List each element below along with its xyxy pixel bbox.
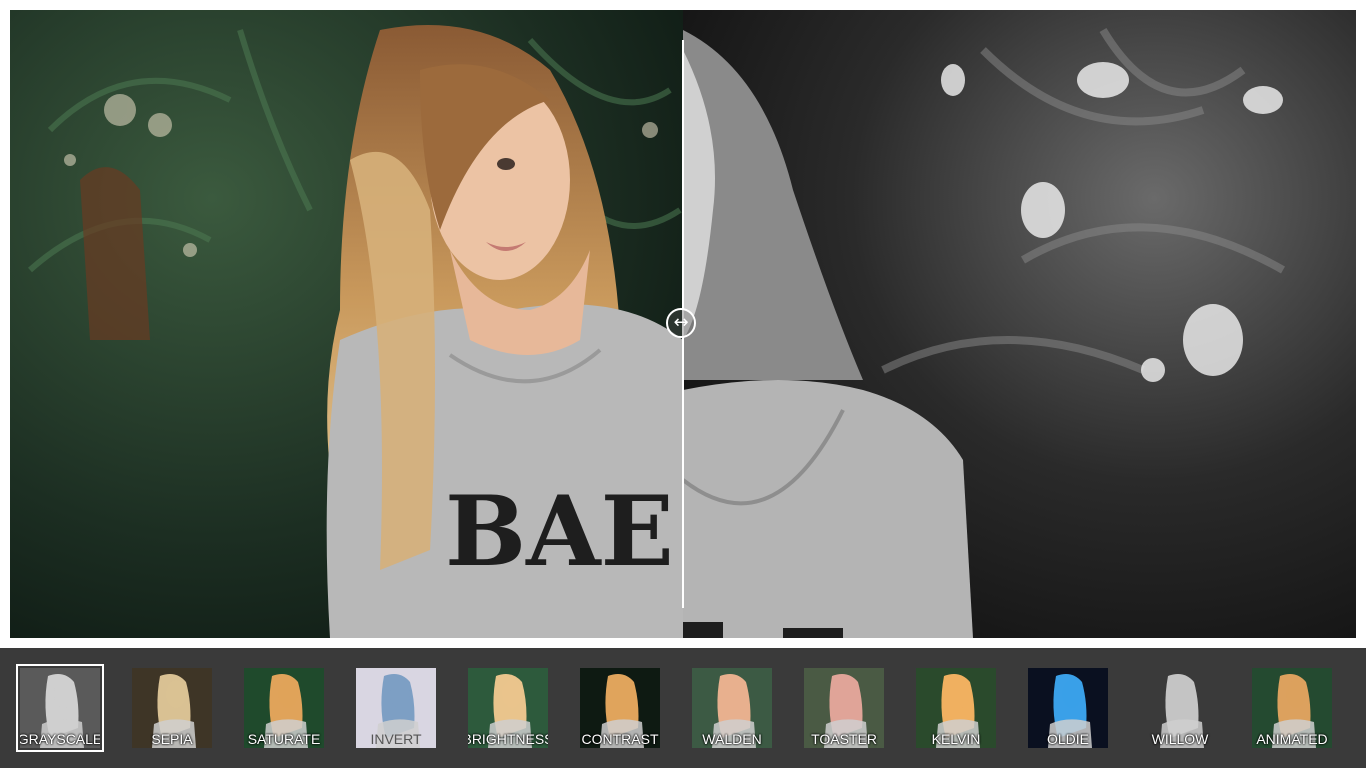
original-image-pane: BAE (10, 10, 683, 638)
original-photo: BAE (10, 10, 683, 638)
filter-thumb-willow[interactable]: WILLOW (1140, 668, 1220, 748)
filter-thumb-contrast[interactable]: CONTRAST (580, 668, 660, 748)
filter-label: TOASTER (811, 731, 877, 747)
filter-strip: GRAYSCALE SEPIA SATURATE INVERT BRIGHTNESS CO… (0, 648, 1366, 768)
filter-thumb-animated[interactable]: ANIMATED (1252, 668, 1332, 748)
filtered-image-pane (683, 10, 1356, 638)
left-right-arrow-icon[interactable]: ↔ (666, 308, 696, 338)
filter-label: WALDEN (702, 731, 762, 747)
filter-label: CONTRAST (581, 731, 659, 747)
filter-thumb-invert[interactable]: INVERT (356, 668, 436, 748)
filter-thumb-oldie[interactable]: OLDIE (1028, 668, 1108, 748)
filter-label: KELVIN (931, 731, 981, 747)
image-compare-viewer[interactable]: BAE ↔ (10, 10, 1356, 638)
svg-text:BAE: BAE (445, 475, 674, 588)
filter-thumb-brightness[interactable]: BRIGHTNESS (468, 668, 548, 748)
filter-label: OLDIE (1046, 731, 1089, 747)
filter-thumb-sepia[interactable]: SEPIA (132, 668, 212, 748)
grayscale-photo (683, 10, 1356, 638)
filter-label: WILLOW (1151, 731, 1209, 747)
filter-label: BRIGHTNESS (468, 731, 548, 747)
filter-thumb-kelvin[interactable]: KELVIN (916, 668, 996, 748)
filter-thumb-walden[interactable]: WALDEN (692, 668, 772, 748)
filter-label: SATURATE (247, 731, 321, 747)
filter-thumb-toaster[interactable]: TOASTER (804, 668, 884, 748)
filter-label: ANIMATED (1256, 731, 1328, 747)
filter-label: GRAYSCALE (20, 731, 100, 747)
filter-thumb-saturate[interactable]: SATURATE (244, 668, 324, 748)
filter-label: INVERT (370, 731, 422, 747)
filter-label: SEPIA (151, 731, 193, 747)
filter-thumb-grayscale[interactable]: GRAYSCALE (16, 664, 104, 752)
